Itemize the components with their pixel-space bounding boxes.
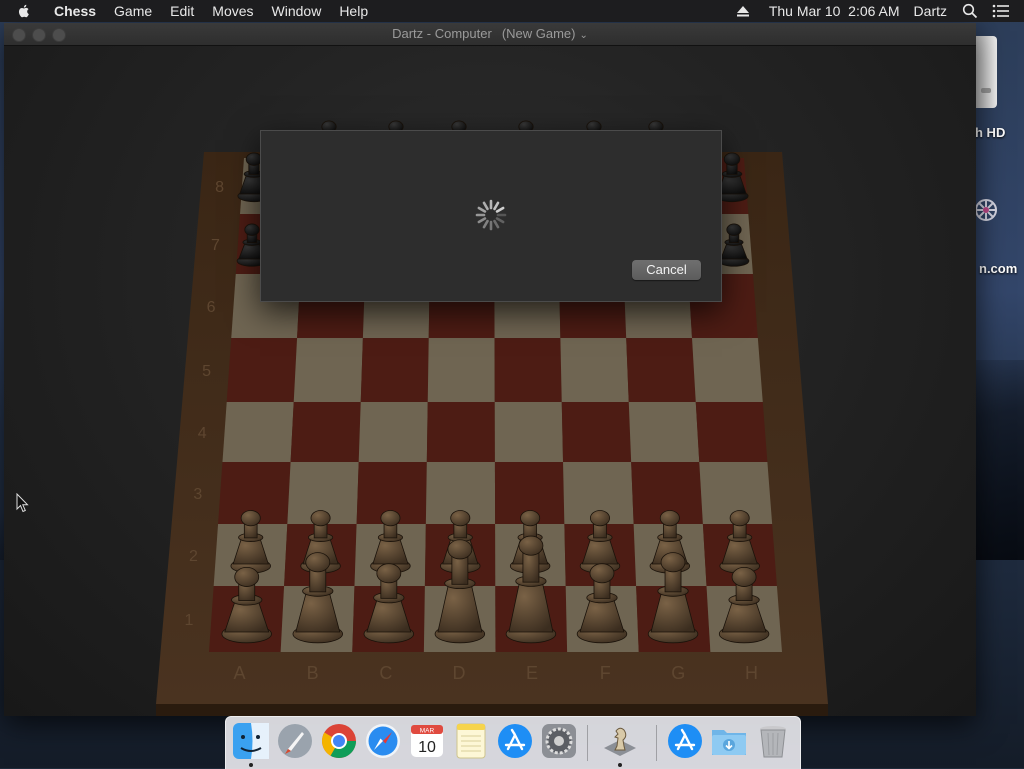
cancel-button[interactable]: Cancel [632, 260, 701, 280]
spinner-spoke [493, 219, 500, 229]
rank-label: 3 [193, 486, 202, 503]
dock: MAR 10 [225, 716, 801, 769]
calendar-month-label: MAR [420, 728, 435, 735]
menu-edit[interactable]: Edit [161, 0, 203, 22]
applications-folder-icon[interactable] [666, 722, 704, 760]
hard-drive-label[interactable]: h HD [975, 125, 1005, 140]
spotlight-search-icon[interactable] [962, 3, 978, 19]
desktop-app-icon[interactable] [974, 170, 1008, 250]
dock-divider [587, 725, 588, 761]
downloads-folder-icon[interactable] [710, 722, 748, 760]
board-square[interactable] [293, 338, 363, 402]
spinner-spoke [493, 201, 500, 211]
apple-icon[interactable] [16, 3, 32, 19]
loading-spinner-icon [475, 199, 507, 231]
rank-label: 1 [184, 612, 193, 629]
board-square[interactable] [692, 338, 763, 402]
menu-help[interactable]: Help [330, 0, 377, 22]
file-label: D [452, 663, 465, 683]
spinner-spoke [477, 217, 487, 224]
hard-drive-icon[interactable] [975, 36, 997, 108]
chess-window: Dartz - Computer (New Game) ⌄ 1 2 3 4 5 6 7 8 A B C… [4, 23, 976, 716]
calendar-day-label: 10 [418, 739, 436, 756]
board-square[interactable] [226, 338, 298, 402]
spinner-spoke [477, 206, 487, 213]
close-window-button[interactable] [12, 28, 26, 42]
chevron-down-icon[interactable]: ⌄ [580, 25, 588, 47]
rank-label: 5 [202, 363, 211, 380]
loading-dialog: Cancel [260, 130, 722, 302]
board-square[interactable] [494, 338, 562, 402]
rank-label: 7 [211, 237, 220, 254]
file-label: C [379, 663, 392, 683]
board-square[interactable] [560, 338, 629, 402]
chess-icon[interactable] [601, 722, 639, 760]
window-title: Dartz - Computer [392, 26, 492, 41]
spinner-spoke [482, 201, 489, 211]
app-store-icon[interactable] [496, 722, 534, 760]
dock-divider [656, 725, 657, 761]
board-square[interactable] [360, 338, 429, 402]
trash-icon[interactable] [754, 722, 792, 760]
file-label: F [600, 663, 611, 683]
rank-label: 4 [198, 425, 207, 442]
zoom-window-button[interactable] [52, 28, 66, 42]
notification-center-icon[interactable] [992, 4, 1010, 18]
minimize-window-button[interactable] [32, 28, 46, 42]
spinner-spoke [482, 219, 489, 229]
board-square[interactable] [426, 402, 495, 462]
board-square[interactable] [494, 402, 564, 462]
notes-icon[interactable] [452, 722, 490, 760]
menu-app-name[interactable]: Chess [45, 0, 105, 22]
spinner-spoke [495, 217, 505, 224]
chess-running-indicator [618, 763, 622, 767]
rank-label: 6 [207, 299, 216, 316]
board-square[interactable] [358, 402, 428, 462]
menu-bar: Chess Game Edit Moves Window Help Thu Ma… [0, 0, 1024, 22]
board-square[interactable] [427, 338, 495, 402]
board-square[interactable] [626, 338, 696, 402]
file-label: B [307, 663, 319, 683]
board-square[interactable] [628, 402, 700, 462]
launchpad-icon[interactable] [276, 722, 314, 760]
file-label: E [526, 663, 538, 683]
safari-icon[interactable] [364, 722, 402, 760]
file-label: G [671, 663, 685, 683]
menu-window[interactable]: Window [263, 0, 331, 22]
file-label: A [234, 663, 246, 683]
window-subtitle[interactable]: (New Game) [502, 26, 576, 41]
board-square[interactable] [290, 402, 361, 462]
desktop-app-label[interactable]: n.com [979, 261, 1017, 276]
window-title-bar[interactable]: Dartz - Computer (New Game) ⌄ [4, 23, 976, 46]
rank-label: 8 [215, 179, 224, 196]
eject-icon[interactable] [736, 5, 750, 17]
board-square[interactable] [561, 402, 632, 462]
file-label: H [745, 663, 758, 683]
board-square[interactable] [695, 402, 768, 462]
finder-icon[interactable] [232, 722, 270, 760]
finder-running-indicator [249, 763, 253, 767]
menu-clock[interactable]: Thu Mar 10 2:06 AM [762, 0, 907, 22]
board-frame-edge [156, 704, 828, 716]
menu-moves[interactable]: Moves [203, 0, 262, 22]
board-square[interactable] [222, 402, 294, 462]
calendar-icon[interactable]: MAR 10 [408, 722, 446, 760]
system-preferences-icon[interactable] [540, 722, 578, 760]
menu-user[interactable]: Dartz [907, 0, 954, 22]
rank-label: 2 [189, 548, 198, 565]
mouse-cursor-icon [16, 493, 29, 513]
menu-game[interactable]: Game [105, 0, 161, 22]
spinner-spoke [495, 206, 505, 213]
chrome-icon[interactable] [320, 722, 358, 760]
